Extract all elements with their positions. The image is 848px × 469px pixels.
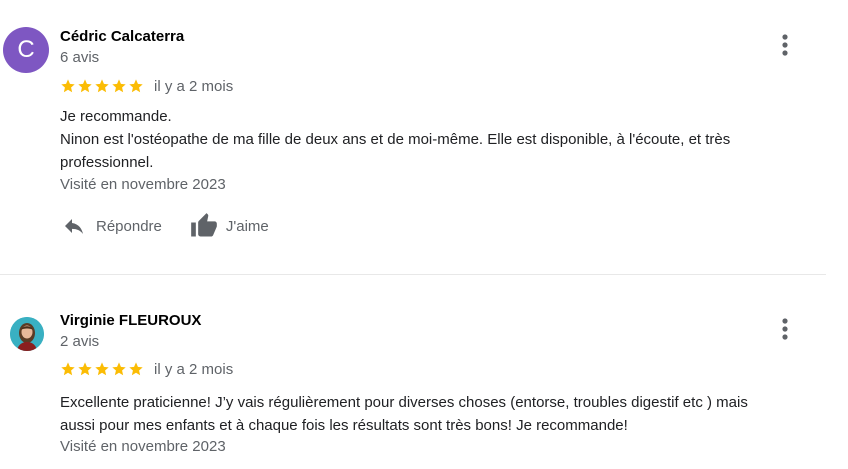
star-icon [61,79,75,93]
review-text-line: aussi pour mes enfants et à chaque fois … [60,417,628,434]
more-vert-icon [782,318,788,340]
review-text: Excellente praticienne! J’y vais réguliè… [60,391,800,437]
profile-photo-avatar [10,317,44,351]
star-icon [129,79,143,93]
star-icon [95,79,109,93]
star-icon [78,362,92,376]
star-icon [95,362,109,376]
review-date: il y a 2 mois [154,360,234,378]
review-divider [0,274,826,275]
review-count[interactable]: 2 avis [60,333,99,350]
review-text-line: professionnel. [60,154,154,171]
review-text-line: Ninon est l'ostéopathe de ma fille de de… [60,131,731,148]
avatar[interactable]: C [3,27,49,73]
star-icon [112,362,126,376]
star-icon [61,362,75,376]
review-text: Je recommande. Ninon est l'ostéopathe de… [60,105,800,174]
review-count[interactable]: 6 avis [60,49,99,66]
more-vert-icon [782,34,788,56]
like-label: J'aime [225,217,269,235]
review-date: il y a 2 mois [154,77,234,95]
reply-label: Répondre [96,217,162,235]
like-button[interactable]: J'aime [190,212,269,240]
star-rating [60,361,144,377]
reply-icon [65,219,83,234]
visit-date: Visité en novembre 2023 [60,176,226,193]
reviewer-name[interactable]: Cédric Calcaterra [60,28,184,45]
more-options-button[interactable] [774,31,796,59]
thumb-up-icon [191,213,217,237]
star-icon [112,79,126,93]
avatar[interactable] [10,317,44,351]
rating-row: il y a 2 mois [60,360,233,378]
reply-button[interactable]: Répondre [62,214,162,238]
star-icon [78,79,92,93]
visit-date: Visité en novembre 2023 [60,438,226,455]
review-actions: Répondre J'aime [62,212,269,240]
reviewer-name[interactable]: Virginie FLEUROUX [60,312,201,329]
review-text-line: Je recommande. [60,108,172,125]
star-icon [129,362,143,376]
rating-row: il y a 2 mois [60,77,233,95]
review-text-line: Excellente praticienne! J’y vais réguliè… [60,394,748,411]
more-options-button[interactable] [774,315,796,343]
star-rating [60,78,144,94]
